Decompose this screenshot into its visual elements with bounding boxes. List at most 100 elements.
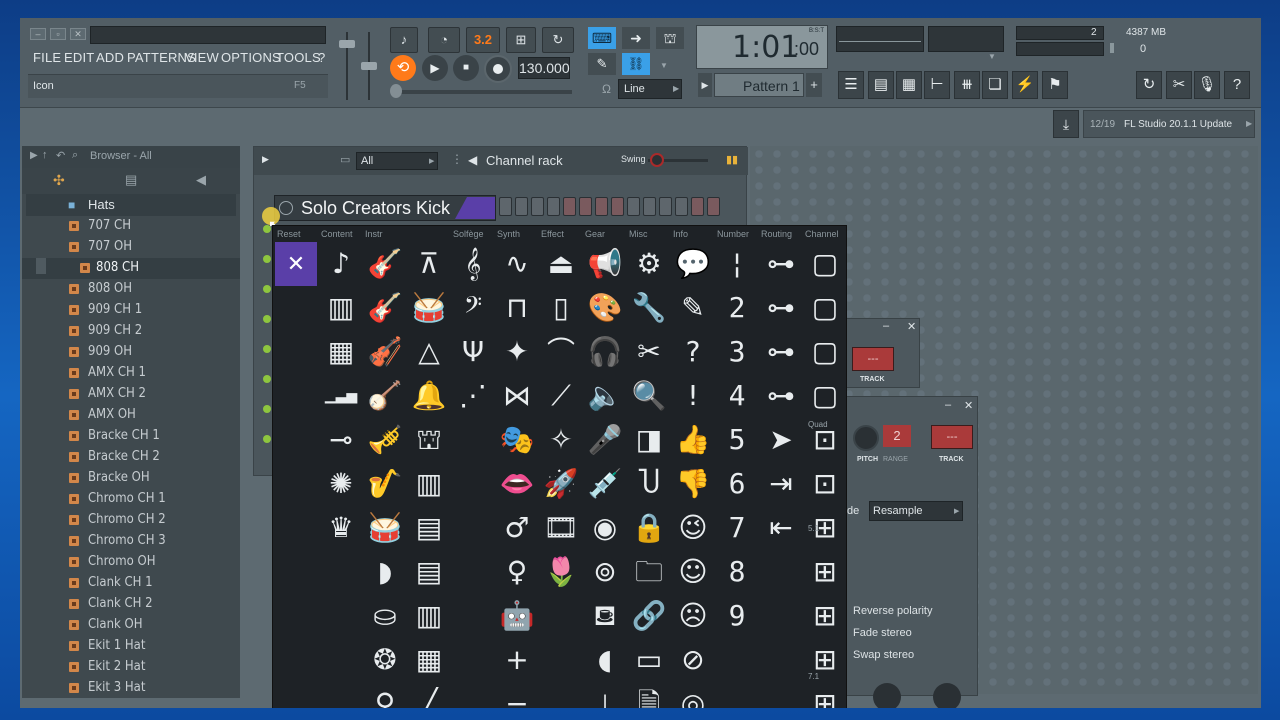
gear-icon[interactable]: ⚙ — [627, 242, 671, 286]
maximize-button[interactable]: ▫ — [50, 28, 66, 40]
mask-icon[interactable]: 🎭 — [495, 418, 539, 462]
magnet-icon[interactable]: Ⴎ — [627, 462, 671, 506]
step-button[interactable] — [531, 197, 544, 216]
pattern-song-toggle[interactable]: ⟲ — [390, 55, 416, 81]
taiko-icon[interactable]: ⛀ — [363, 594, 407, 638]
crown-icon[interactable]: ♛ — [319, 506, 363, 550]
square-wave-icon[interactable]: ⊓ — [495, 286, 539, 330]
dashes-icon[interactable]: ⋰ — [451, 374, 495, 418]
routing-icon[interactable]: ⊶ — [759, 330, 803, 374]
plugin-icon[interactable]: ❏ — [982, 71, 1008, 99]
icon-category-tab[interactable]: Synth — [497, 229, 520, 239]
tuning-fork-icon[interactable]: Ψ — [451, 330, 495, 374]
robot-icon[interactable]: 🤖 — [495, 594, 539, 638]
link-icon[interactable]: ⛓ — [622, 53, 650, 75]
browser-item[interactable]: Bracke CH 2 — [22, 447, 240, 468]
number-seven-icon[interactable]: 7 — [715, 506, 759, 550]
mode-select[interactable]: Resample ▶ — [869, 501, 963, 521]
channel-led[interactable] — [263, 435, 271, 443]
icon-category-tab[interactable]: Gear — [585, 229, 605, 239]
xylophone-icon[interactable]: ▤ — [407, 506, 451, 550]
triangle-icon[interactable]: △ — [407, 330, 451, 374]
caret-right-icon[interactable]: ▶ — [30, 150, 38, 161]
bars-icon[interactable]: ▁▃▅ — [319, 374, 363, 418]
file-icon[interactable]: ▤ — [125, 172, 137, 188]
thumbs-down-icon[interactable]: 👎 — [671, 462, 715, 506]
folder-icon[interactable]: 🗀 — [627, 550, 671, 594]
channel-led[interactable] — [263, 405, 271, 413]
electric-guitar-icon[interactable]: 🎸 — [363, 286, 407, 330]
stop-button[interactable]: ■ — [453, 55, 479, 81]
channel-icon[interactable]: ▢ — [803, 330, 847, 374]
banjo-icon[interactable]: 🪕 — [363, 374, 407, 418]
metronome-icon[interactable]: ♪ — [390, 27, 418, 53]
typing-keyboard-icon[interactable]: ⌨ — [588, 27, 616, 49]
number-three-icon[interactable]: 3 — [715, 330, 759, 374]
update-notice[interactable]: 12/19 FL Studio 20.1.1 Update ▶ — [1083, 110, 1255, 138]
chevron-down-icon[interactable]: ▼ — [988, 52, 996, 61]
snap-icon[interactable]: ✣ — [53, 172, 65, 189]
step-button[interactable] — [547, 197, 560, 216]
bass-clef-icon[interactable]: 𝄢 — [451, 286, 495, 330]
filter-icon[interactable]: ⌒ — [539, 330, 583, 374]
synth-keys-icon[interactable]: ▦ — [319, 330, 363, 374]
browser-tree-icon[interactable]: ⊢ — [924, 71, 950, 99]
rocket-icon[interactable]: 🚀 — [539, 462, 583, 506]
step-button[interactable] — [659, 197, 672, 216]
speaker-icon[interactable]: ◀ — [196, 172, 206, 188]
step-edit-icon[interactable]: ⊞ — [506, 27, 536, 53]
trumpet-icon[interactable]: 🎺 — [363, 418, 407, 462]
headphones-icon[interactable]: 🎧 — [583, 330, 627, 374]
browser-item[interactable]: Bracke OH — [22, 468, 240, 489]
browser-item[interactable]: AMX OH — [22, 405, 240, 426]
pencil-icon[interactable]: ✎ — [588, 53, 616, 75]
step-button[interactable] — [691, 197, 704, 216]
question-icon[interactable]: ? — [671, 330, 715, 374]
tulip-icon[interactable]: 🌷 — [539, 550, 583, 594]
add-pattern-icon[interactable]: + — [806, 73, 822, 97]
knob[interactable] — [873, 683, 901, 708]
tripod-icon[interactable]: ⊼ — [407, 242, 451, 286]
prohibited-icon[interactable]: ⊘ — [671, 638, 715, 682]
thumbs-up-icon[interactable]: 👍 — [671, 418, 715, 462]
step-button[interactable] — [563, 197, 576, 216]
browser-item[interactable]: Clank OH — [22, 615, 240, 636]
help-icon[interactable]: ? — [1224, 71, 1250, 99]
flute-icon[interactable]: ╱ — [407, 682, 451, 708]
marimba-icon[interactable]: ▥ — [407, 594, 451, 638]
scissors-icon[interactable]: ✂ — [1166, 71, 1192, 99]
microphone-icon[interactable]: 🎙 — [1194, 71, 1220, 99]
piano-icon[interactable]: ▥ — [319, 286, 363, 330]
browser-item[interactable]: Ekit 3 Hat — [22, 678, 240, 699]
countdown-button[interactable]: 3.2 — [466, 27, 500, 53]
lock-icon[interactable]: 🔒 — [627, 506, 671, 550]
eye-icon[interactable]: ◎ — [671, 682, 715, 708]
close-button[interactable]: ✕ — [70, 28, 86, 40]
refresh-icon[interactable]: ↻ — [1136, 71, 1162, 99]
envelope-icon[interactable]: ⟋ — [539, 374, 583, 418]
wrench-icon[interactable]: 🔧 — [627, 286, 671, 330]
step-button[interactable] — [515, 197, 528, 216]
search-icon[interactable]: ⌕ — [72, 149, 78, 162]
tambourine-icon[interactable]: ❂ — [363, 638, 407, 682]
pipe-icon[interactable]: ◖ — [583, 638, 627, 682]
diamond-arrow-icon[interactable]: ✦ — [495, 330, 539, 374]
menu-view[interactable]: VIEW — [185, 50, 219, 65]
icon-category-tab[interactable]: Info — [673, 229, 688, 239]
drum-icon[interactable]: 🥁 — [407, 286, 451, 330]
speaker-icon[interactable]: 🔈 — [583, 374, 627, 418]
browser-item[interactable]: Ekit 1 Hat — [22, 636, 240, 657]
minus-icon[interactable]: − — [495, 682, 539, 708]
bucket-icon[interactable]: ⛾ — [583, 594, 627, 638]
channel-rack-icon[interactable]: ▦ — [896, 71, 922, 99]
swing-knob[interactable] — [650, 153, 664, 167]
info-bar-icon[interactable]: ¦ — [715, 242, 759, 286]
channel-led[interactable] — [263, 255, 271, 263]
wait-icon[interactable]: ◔ — [428, 27, 460, 53]
playlist-icon[interactable]: ☰ — [838, 71, 864, 99]
browser-item[interactable]: Chromo CH 3 — [22, 531, 240, 552]
cowbell-icon[interactable]: ⛫ — [407, 418, 451, 462]
joystick-icon[interactable]: ⍊ — [583, 682, 627, 708]
mixer-icon[interactable]: ⧻ — [954, 71, 980, 99]
channel-led[interactable] — [263, 345, 271, 353]
